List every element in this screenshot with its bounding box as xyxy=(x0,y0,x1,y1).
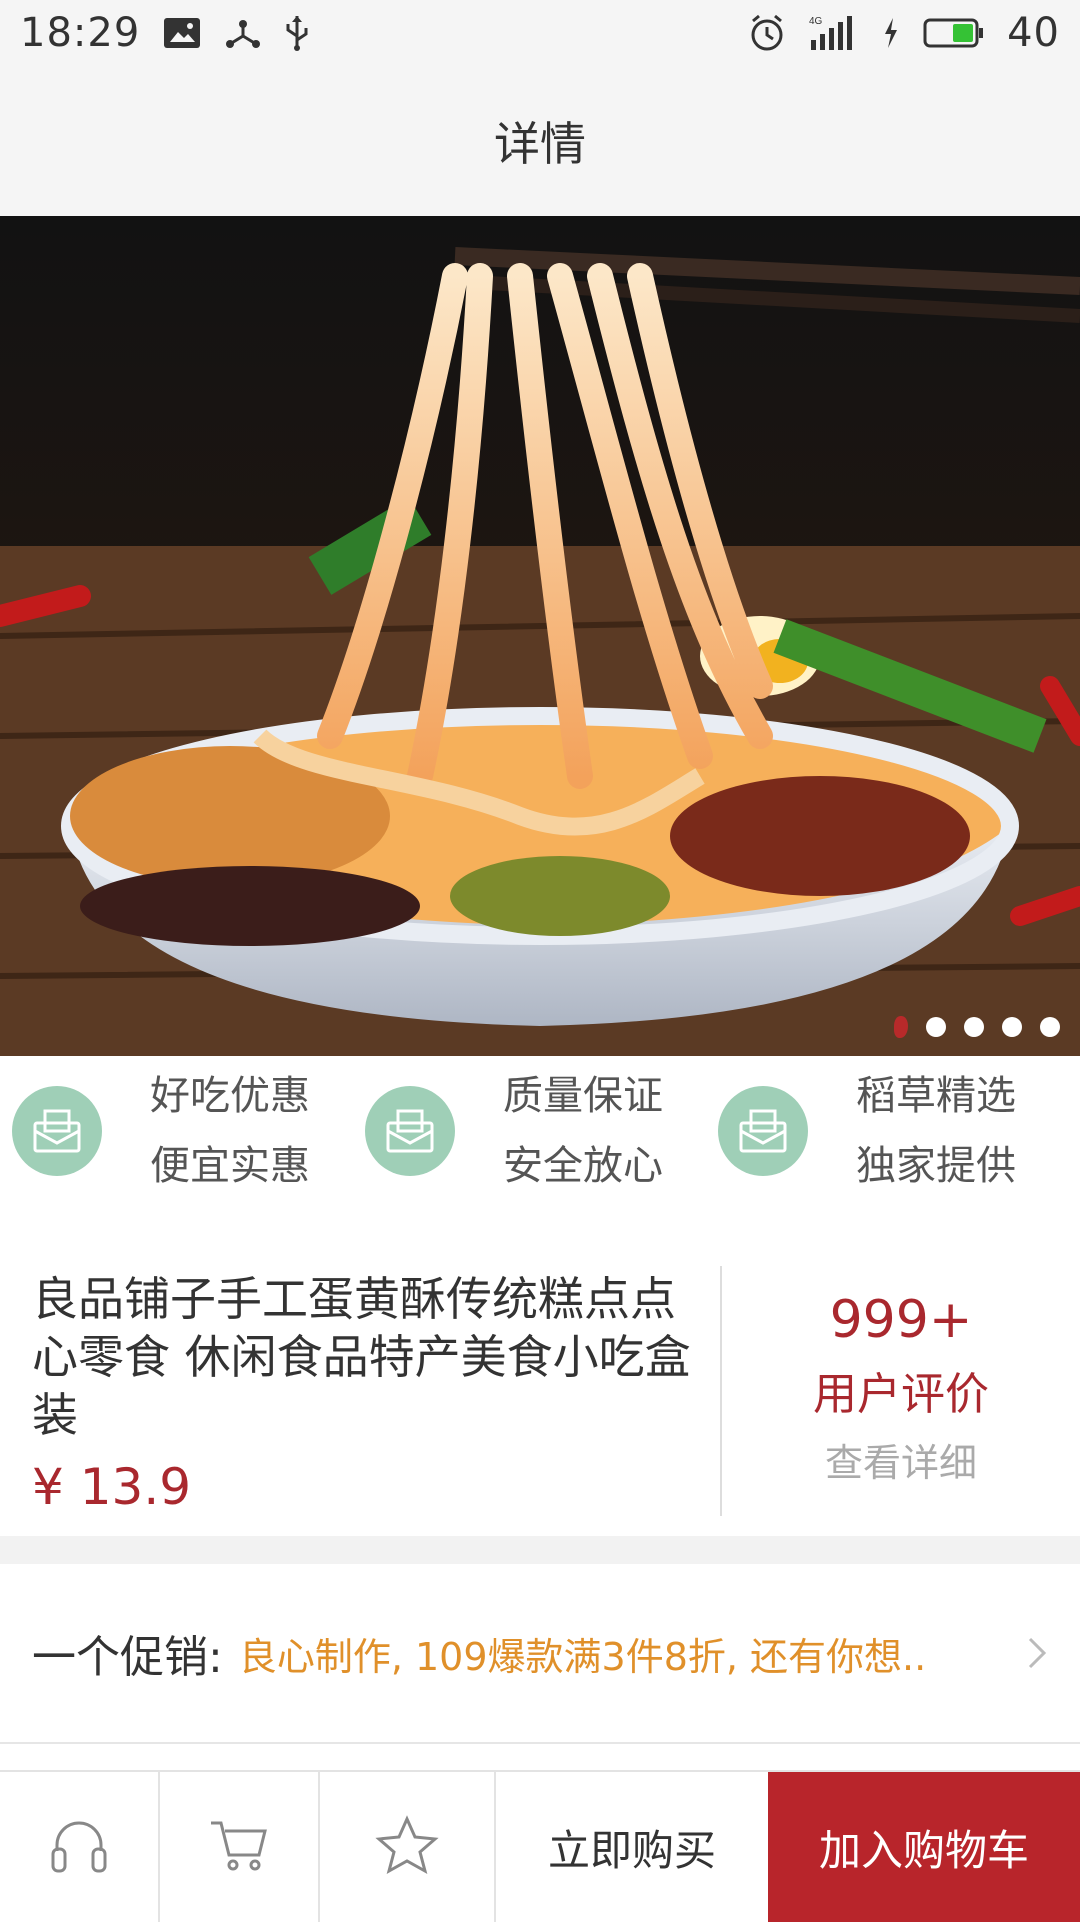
bottom-action-bar: 立即购买 加入购物车 xyxy=(0,1770,1080,1922)
feature-line1: 质量保证 xyxy=(503,1073,663,1119)
product-price: ¥ 13.9 xyxy=(32,1458,192,1516)
envelope-icon xyxy=(365,1086,455,1176)
alarm-icon xyxy=(747,13,787,53)
section-divider xyxy=(0,1536,1080,1564)
cart-icon xyxy=(207,1815,271,1879)
carousel-dot-active[interactable] xyxy=(894,1016,908,1038)
chevron-right-icon xyxy=(1008,1635,1048,1671)
food-photo xyxy=(0,247,1080,1056)
product-info: 良品铺子手工蛋黄酥传统糕点点心零食 休闲食品特产美食小吃盒装 ¥ 13.9 99… xyxy=(0,1250,1080,1550)
feature-line2: 安全放心 xyxy=(503,1143,663,1189)
svg-text:4G: 4G xyxy=(809,16,823,27)
review-count: 999+ xyxy=(829,1290,973,1350)
status-left: 18:29 xyxy=(0,10,330,56)
feature-line1: 稻草精选 xyxy=(856,1073,1016,1119)
signal-icon: 4G xyxy=(809,14,859,52)
favorite-button[interactable] xyxy=(320,1772,496,1922)
status-right: 4G 40 xyxy=(727,10,1080,56)
usb-icon xyxy=(284,14,310,52)
feature-item: 稻草精选 独家提供 xyxy=(718,1061,1068,1201)
cart-button[interactable] xyxy=(160,1772,320,1922)
feature-item: 质量保证 安全放心 xyxy=(365,1061,715,1201)
headphones-icon xyxy=(47,1815,111,1879)
carousel-dot[interactable] xyxy=(964,1017,984,1037)
star-icon xyxy=(375,1815,439,1879)
promotion-label: 一个促销: xyxy=(32,1632,223,1683)
review-label: 用户评价 xyxy=(813,1369,989,1420)
status-time: 18:29 xyxy=(20,10,141,56)
envelope-icon xyxy=(12,1086,102,1176)
share-icon xyxy=(224,16,262,50)
feature-line2: 独家提供 xyxy=(856,1143,1016,1189)
battery-icon xyxy=(923,16,985,50)
status-bar: 18:29 4G 40 xyxy=(0,0,1080,66)
battery-level: 40 xyxy=(1007,10,1060,56)
envelope-icon xyxy=(718,1086,808,1176)
charging-icon xyxy=(881,16,901,50)
promotion-row[interactable]: 一个促销: 良心制作, 109爆款满3件8折, 还有你想.. xyxy=(0,1564,1080,1744)
feature-row: 好吃优惠 便宜实惠 质量保证 安全放心 稻草精选 独家提供 xyxy=(0,1056,1080,1206)
carousel-indicator[interactable] xyxy=(894,1016,1060,1038)
carousel-dot[interactable] xyxy=(926,1017,946,1037)
feature-line1: 好吃优惠 xyxy=(150,1073,310,1119)
add-to-cart-button[interactable]: 加入购物车 xyxy=(768,1772,1080,1922)
carousel-dot[interactable] xyxy=(1040,1017,1060,1037)
product-image-carousel[interactable] xyxy=(0,216,1080,1056)
product-title: 良品铺子手工蛋黄酥传统糕点点心零食 休闲食品特产美食小吃盒装 xyxy=(32,1272,691,1442)
review-summary[interactable]: 999+ 用户评价 查看详细 xyxy=(722,1290,1080,1487)
carousel-dot[interactable] xyxy=(1002,1017,1022,1037)
image-icon xyxy=(162,16,202,50)
customer-service-button[interactable] xyxy=(0,1772,160,1922)
view-details-link[interactable]: 查看详细 xyxy=(722,1432,1080,1487)
buy-now-button[interactable]: 立即购买 xyxy=(496,1772,768,1922)
title-bar: 详情 xyxy=(0,66,1080,216)
product-main: 良品铺子手工蛋黄酥传统糕点点心零食 休闲食品特产美食小吃盒装 ¥ 13.9 xyxy=(32,1270,712,1516)
page-title: 详情 xyxy=(494,117,586,171)
feature-line2: 便宜实惠 xyxy=(150,1143,310,1189)
feature-item: 好吃优惠 便宜实惠 xyxy=(12,1061,362,1201)
promotion-text: 良心制作, 109爆款满3件8折, 还有你想.. xyxy=(238,1634,927,1679)
